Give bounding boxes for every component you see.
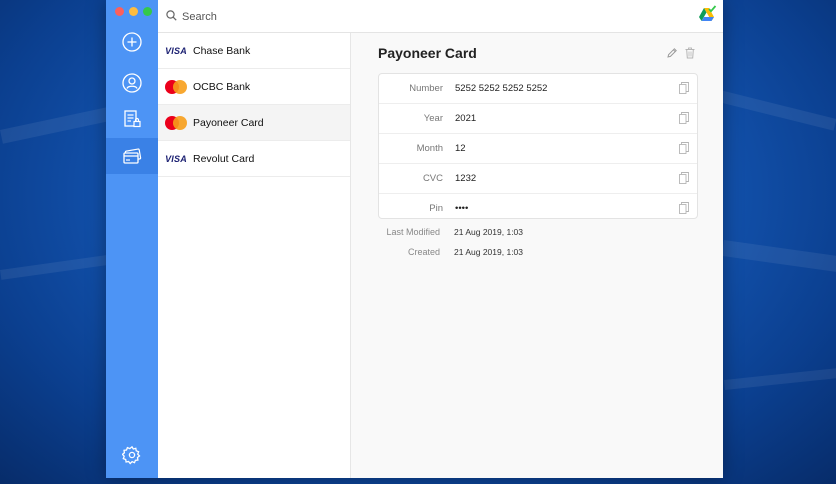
copy-icon[interactable] — [679, 202, 689, 214]
field-card: Number 5252 5252 5252 5252 Year 2021 Mon… — [378, 73, 698, 219]
field-value[interactable]: 2021 — [455, 113, 476, 124]
add-icon — [122, 32, 142, 52]
trash-icon[interactable] — [684, 47, 696, 59]
search-icon — [166, 10, 177, 21]
visa-logo: VISA — [165, 153, 187, 164]
field-value[interactable]: 5252 5252 5252 5252 — [455, 83, 547, 94]
list-item-revolut-card[interactable]: VISA Revolut Card — [158, 141, 350, 177]
add-item-button[interactable] — [106, 24, 158, 60]
detail-title: Payoneer Card — [378, 45, 477, 61]
toolbar — [158, 0, 723, 33]
list-item-ocbc-bank[interactable]: OCBC Bank — [158, 69, 350, 105]
settings-icon — [122, 445, 141, 465]
meta-label: Created — [407, 247, 440, 257]
list-item-payoneer-card[interactable]: Payoneer Card — [158, 105, 350, 141]
list-item-label: OCBC Bank — [193, 80, 251, 93]
detail-pane: Payoneer Card Number 5252 5252 5252 5252… — [351, 33, 723, 478]
copy-icon[interactable] — [679, 172, 689, 184]
sidebar — [106, 0, 158, 478]
field-row-pin: Pin •••• — [379, 194, 697, 223]
field-label: Pin — [429, 203, 443, 214]
identity-icon — [122, 73, 142, 93]
field-row-number: Number 5252 5252 5252 5252 — [379, 74, 697, 104]
meta-value: 21 Aug 2019, 1:03 — [454, 247, 524, 257]
secure-note-icon — [124, 110, 141, 128]
list-item-label: Chase Bank — [193, 44, 251, 57]
field-row-cvc: CVC 1232 — [379, 164, 697, 194]
visa-logo: VISA — [165, 45, 187, 56]
field-value[interactable]: 1232 — [455, 173, 476, 184]
copy-icon[interactable] — [679, 112, 689, 124]
card-list: VISA Chase Bank OCBC Bank Payoneer Card … — [158, 33, 351, 478]
mastercard-icon — [164, 115, 188, 130]
wallpaper-stripe — [721, 240, 836, 273]
sidebar-item-credit-cards[interactable] — [106, 138, 158, 174]
sync-status-icon[interactable] — [697, 5, 717, 23]
settings-button[interactable] — [106, 437, 158, 473]
wallpaper-stripe — [0, 254, 111, 280]
app-window: VISA Chase Bank OCBC Bank Payoneer Card … — [106, 0, 723, 478]
edit-icon[interactable] — [666, 47, 678, 59]
field-value[interactable]: 12 — [455, 143, 466, 154]
close-window-button[interactable] — [115, 7, 124, 16]
meta-created: Created 21 Aug 2019, 1:03 — [351, 247, 723, 261]
zoom-window-button[interactable] — [143, 7, 152, 16]
sidebar-item-identities[interactable] — [106, 65, 158, 101]
field-label: Year — [423, 113, 443, 124]
credit-card-icon — [123, 148, 142, 164]
list-item-label: Revolut Card — [193, 152, 255, 165]
list-item-label: Payoneer Card — [193, 116, 264, 129]
meta-label: Last Modified — [386, 227, 440, 237]
field-label: Month — [416, 143, 443, 154]
wallpaper-stripe — [717, 90, 836, 131]
list-item-chase-bank[interactable]: VISA Chase Bank — [158, 33, 350, 69]
wallpaper-stripe — [724, 367, 836, 390]
mastercard-icon — [164, 79, 188, 94]
field-row-month: Month 12 — [379, 134, 697, 164]
sidebar-item-secure-notes[interactable] — [106, 101, 158, 137]
copy-icon[interactable] — [679, 142, 689, 154]
field-label: CVC — [422, 173, 443, 184]
field-label: Number — [409, 83, 443, 94]
field-row-year: Year 2021 — [379, 104, 697, 134]
meta-value: 21 Aug 2019, 1:03 — [454, 227, 524, 237]
meta-last-modified: Last Modified 21 Aug 2019, 1:03 — [351, 227, 723, 241]
copy-icon[interactable] — [679, 82, 689, 94]
field-value[interactable]: •••• — [455, 203, 468, 214]
minimize-window-button[interactable] — [129, 7, 138, 16]
search-input[interactable] — [180, 7, 584, 27]
